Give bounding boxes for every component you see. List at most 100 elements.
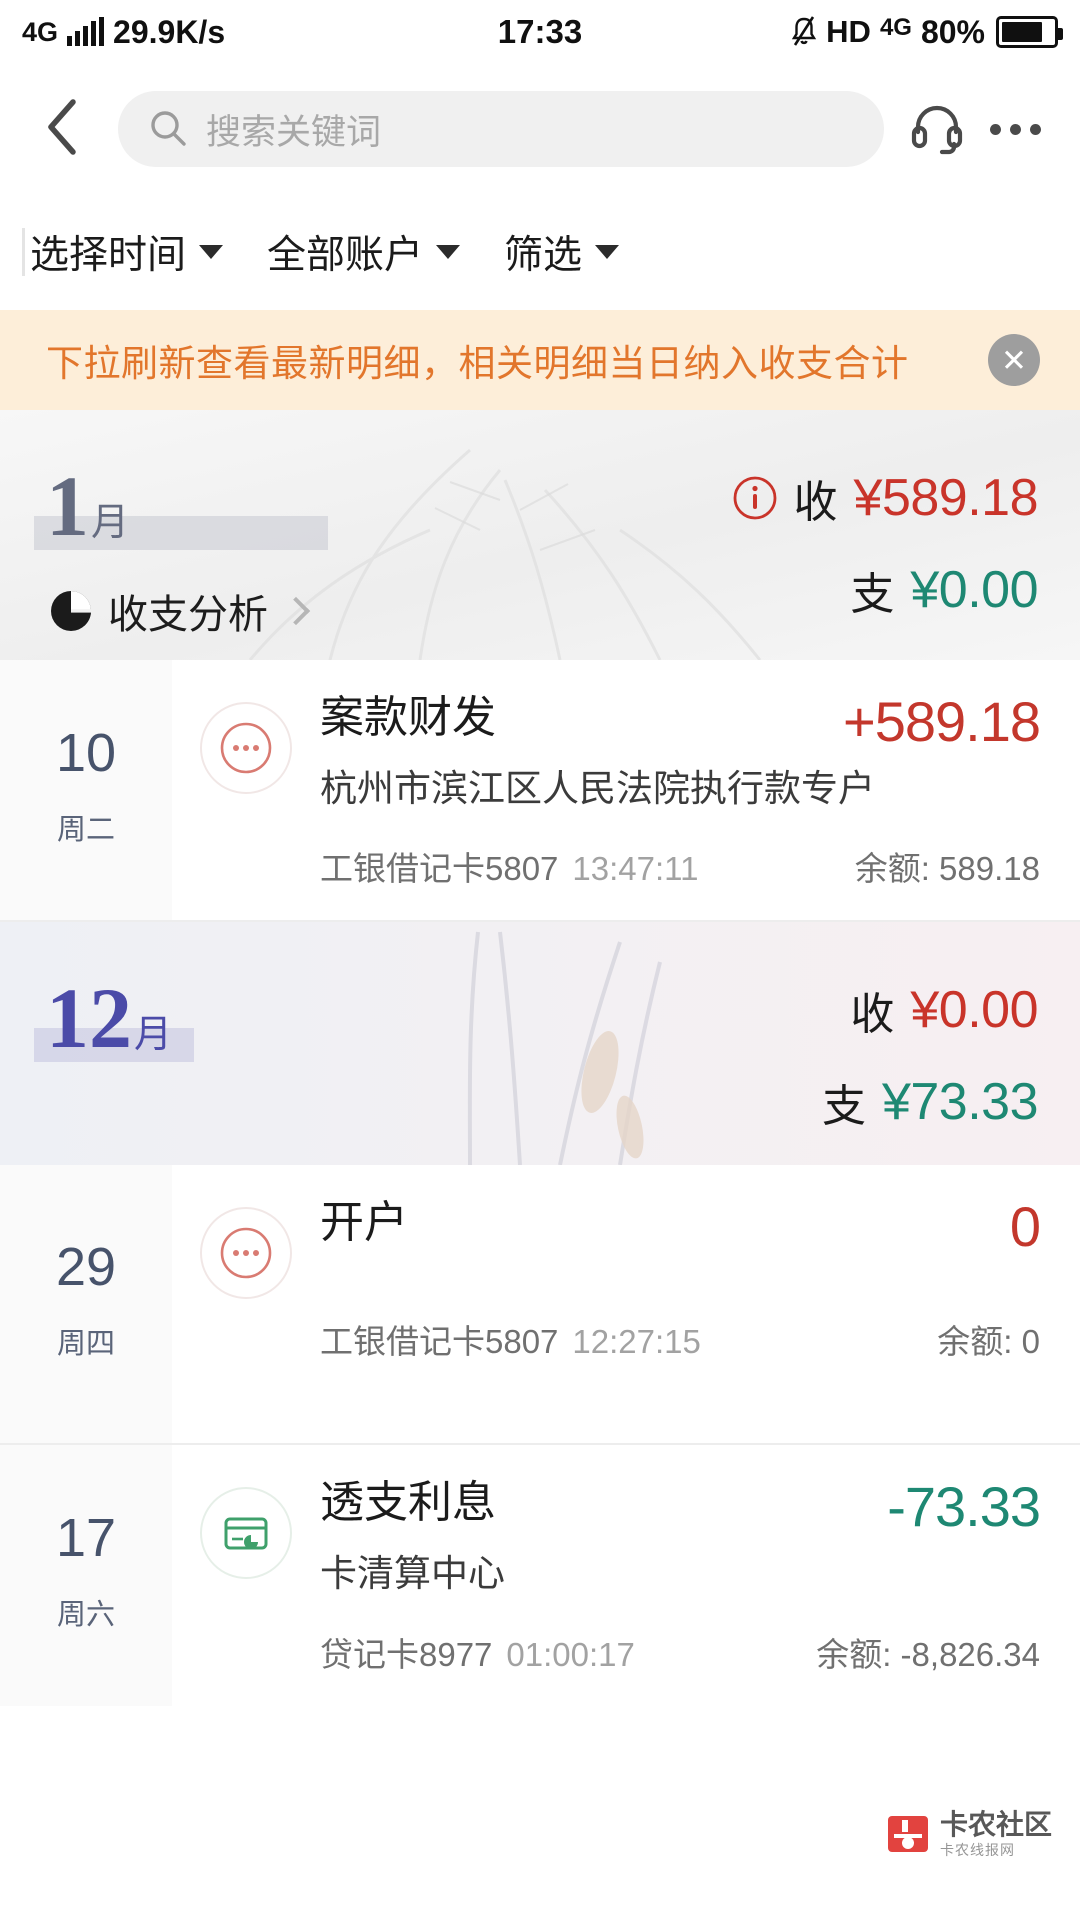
transaction-date-column: 17 周六 [0,1445,172,1706]
transaction-subtitle: 杭州市滨江区人民法院执行款专户 [320,768,875,809]
transaction-amount: 0 [1009,1195,1041,1259]
table-row[interactable]: 29 周四 开户 0 工银借记卡5807 12:27:15 余额: 0 [0,1165,1080,1446]
search-placeholder: 搜索关键词 [206,112,382,152]
filter-more[interactable]: 筛选 [504,224,620,280]
transaction-card-info: 贷记卡8977 01:00:17 [320,1628,635,1676]
transaction-weekday: 周四 [56,1328,115,1361]
month-suffix: 月 [134,1014,173,1057]
signal-bars-icon [67,17,105,46]
filter-time-label: 选择时间 [30,234,187,277]
transaction-amount: -73.33 [887,1475,1041,1539]
network-type-label-2: 4G [879,14,912,41]
more-dots-circle-icon [218,720,274,776]
network-type-label: 4G [22,16,59,47]
transaction-avatar [200,1207,292,1300]
transaction-title: 案款财发 [320,693,496,742]
status-bar-left: 4G 29.9K/s [22,14,498,51]
close-icon: ✕ [1001,342,1027,378]
chevron-down-icon [199,245,224,259]
transaction-meta-row: 工银借记卡5807 12:27:15 余额: 0 [320,1315,1040,1363]
transaction-avatar [200,702,292,794]
income-expense-analysis-link[interactable]: 收支分析 [48,582,311,640]
back-button[interactable] [26,92,100,166]
chevron-left-icon [42,96,84,163]
transaction-body: 案款财发 +589.18 杭州市滨江区人民法院执行款专户 工银借记卡5807 13… [172,660,1080,920]
month-summary-card-december: 12月 收 ¥0.00 支 ¥73.33 [0,922,1080,1166]
transaction-balance: 余额: 589.18 [854,850,1040,888]
transaction-title-row: 透支利息 -73.33 [320,1475,1041,1539]
transaction-title: 开户 [320,1198,408,1248]
transaction-body: 透支利息 -73.33 卡清算中心 贷记卡8977 01:00:17 余额: -8… [172,1445,1080,1705]
income-summary-row: 收 ¥589.18 [732,466,1039,530]
transaction-time: 01:00:17 [506,1635,635,1673]
transaction-balance: 余额: -8,826.34 [816,1635,1040,1673]
transaction-card-info: 工银借记卡5807 13:47:11 [320,842,698,890]
transaction-card: 工银借记卡5807 [320,850,559,888]
month-card-content-december: 12月 收 ¥0.00 支 ¥73.33 [0,922,1080,1165]
transaction-content: 案款财发 +589.18 杭州市滨江区人民法院执行款专户 工银借记卡5807 13… [320,690,1041,890]
filter-account[interactable]: 全部账户 [267,224,461,280]
transaction-day: 17 [55,1508,117,1569]
transaction-avatar [200,1487,292,1580]
expense-label: 支 [850,570,895,619]
month-left-december: 12月 [34,975,195,1062]
more-dots-icon [989,123,1041,135]
watermark-sub-label: 卡农线报网 [939,1842,1015,1858]
info-icon[interactable] [732,475,778,521]
filter-more-label: 筛选 [504,234,583,277]
search-icon [148,109,188,149]
refresh-hint-banner: 下拉刷新查看最新明细，相关明细当日纳入收支合计 ✕ [0,310,1080,410]
transaction-meta-row: 工银借记卡5807 13:47:11 余额: 589.18 [320,842,1040,890]
month-left-january: 1月 收支分析 [34,463,328,640]
transaction-title-row: 开户 0 [320,1195,1041,1259]
transaction-day: 29 [55,1237,117,1298]
transaction-weekday: 周二 [56,814,115,847]
chevron-down-icon [595,245,620,259]
table-row[interactable]: 17 周六 透支利息 -73.33 卡清算中心 贷记卡8977 01:00:17 [0,1445,1080,1706]
headset-icon [908,98,966,161]
month-right-december: 收 ¥0.00 支 ¥73.33 [821,978,1039,1134]
more-options-button[interactable] [976,90,1054,168]
transaction-card: 贷记卡8977 [320,1635,493,1673]
banner-text: 下拉刷新查看最新明细，相关明细当日纳入收支合计 [46,343,909,384]
transaction-weekday: 周六 [56,1599,115,1632]
expense-label: 支 [821,1082,866,1132]
transaction-title: 透支利息 [320,1478,496,1528]
watermark: 卡农社区 卡农线报网 [884,1810,1052,1858]
clock-label: 17:33 [497,13,583,50]
battery-icon [996,16,1063,48]
transaction-balance: 余额: 0 [937,1323,1040,1361]
month-suffix: 月 [91,502,130,544]
more-dots-circle-icon [218,1225,274,1281]
income-value: ¥0.00 [910,981,1038,1040]
search-input[interactable]: 搜索关键词 [118,91,884,167]
month-number: 12 [46,970,132,1067]
transaction-card: 工银借记卡5807 [320,1323,559,1361]
analysis-label: 收支分析 [108,592,268,637]
expense-summary-row: 支 ¥0.00 [732,558,1038,622]
transaction-date-column: 10 周二 [0,660,172,921]
watermark-logo-icon [884,1810,932,1858]
filter-time[interactable]: 选择时间 [30,224,224,280]
month-summary-card-january: 1月 收支分析 收 ¥589.18 支 ¥0.00 [0,410,1080,660]
status-bar: 4G 29.9K/s 17:33 HD 4G 80% [0,0,1080,64]
month-number: 1 [46,458,89,554]
transaction-title-row: 案款财发 +589.18 [320,690,1041,753]
chevron-down-icon [436,245,461,259]
transaction-time: 12:27:15 [572,1323,701,1361]
transaction-subtitle: 卡清算中心 [320,1553,505,1595]
status-bar-center: 17:33 [498,13,582,51]
income-label: 收 [793,478,838,527]
transaction-amount: +589.18 [843,690,1041,753]
table-row[interactable]: 10 周二 案款财发 +589.18 杭州市滨江区人民法院执行款专户 工银借记卡… [0,660,1080,923]
transaction-time: 13:47:11 [572,850,699,888]
transaction-body: 开户 0 工银借记卡5807 12:27:15 余额: 0 [172,1165,1080,1443]
customer-support-button[interactable] [898,90,976,168]
banner-close-button[interactable]: ✕ [988,334,1040,386]
income-label: 收 [850,990,895,1040]
mute-bell-icon [791,16,817,48]
app-header: 搜索关键词 [0,64,1080,194]
expense-summary-row: 支 ¥73.33 [821,1070,1039,1134]
credit-card-icon [221,1508,271,1558]
filter-bar: 选择时间 全部账户 筛选 [0,194,1080,310]
